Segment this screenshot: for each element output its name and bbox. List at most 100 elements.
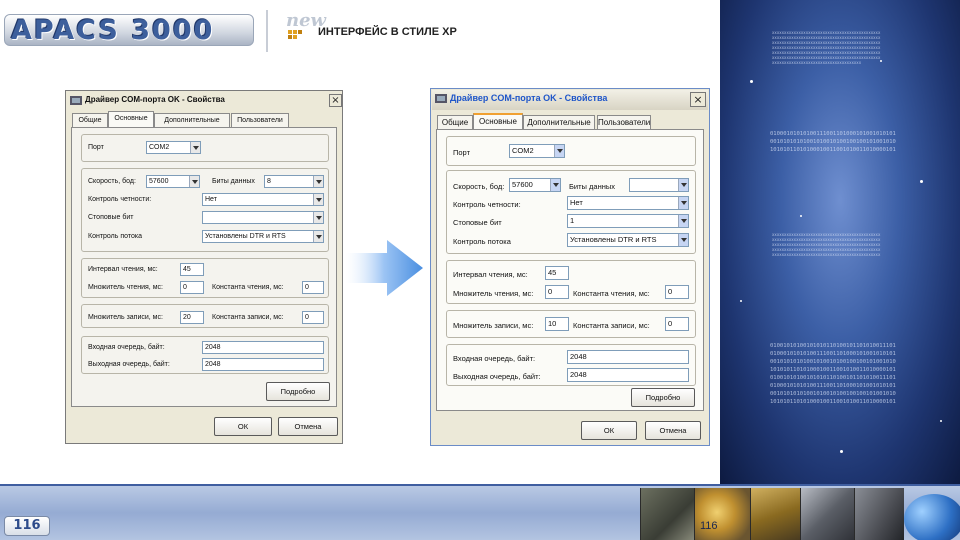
read-mult-label: Множитель чтения, мс: [88,284,163,291]
speed-value: 57600 [512,180,533,189]
out-queue-label: Выходная очередь, байт: [88,361,170,368]
tab-general[interactable]: Общие [72,113,108,127]
port-select[interactable]: COM2 [509,144,565,158]
out-queue-field[interactable]: 2048 [567,368,689,382]
speed-label: Скорость, бод: [88,178,136,185]
tab-general[interactable]: Общие [437,115,473,129]
port-icon [435,94,447,103]
advanced-button[interactable]: Подробно [631,388,695,407]
header-divider [266,10,268,52]
star [800,215,802,217]
databits-select[interactable]: 8 [264,175,324,188]
close-button[interactable]: × [329,94,342,107]
write-const-field[interactable]: 0 [302,311,324,324]
machinery-image [800,488,854,540]
page-number-badge: 116 [4,516,50,536]
new-badge: new [286,12,326,42]
out-queue-label: Выходная очередь, байт: [453,372,541,381]
out-queue-field[interactable]: 2048 [202,358,324,371]
read-timeouts-group [81,258,329,298]
tab-advanced[interactable]: Дополнительные [154,113,230,127]
parity-value: Нет [570,198,583,207]
gold-bars-image [750,488,800,540]
tab-main[interactable]: Основные [108,111,154,127]
cancel-button[interactable]: Отмена [278,417,338,436]
speed-select[interactable]: 57600 [509,178,561,192]
dialog-title: Драйвер COM-порта OK - Свойства [450,93,608,103]
chevron-down-icon[interactable] [554,145,564,157]
port-select[interactable]: COM2 [146,141,201,154]
parity-select[interactable]: Нет [202,193,324,206]
write-const-field[interactable]: 0 [665,317,689,331]
chevron-down-icon[interactable] [313,212,323,223]
dialog-titlebar[interactable]: Драйвер COM-порта OK - Свойства × [67,92,342,110]
write-const-label: Константа записи, мс: [212,314,284,321]
flow-select[interactable]: Установлены DTR и RTS [567,233,689,247]
slide-header: APACS 3000 new ИНТЕРФЕЙС В СТИЛЕ XP [0,0,720,62]
flow-label: Контроль потока [88,233,143,240]
chevron-down-icon[interactable] [678,179,688,191]
tab-page: Порт COM2 Скорость, бод: 57600 Биты данн… [71,127,337,407]
write-mult-field[interactable]: 10 [545,317,569,331]
flow-value: Установлены DTR и RTS [205,233,286,240]
parity-select[interactable]: Нет [567,196,689,210]
advanced-button[interactable]: Подробно [266,382,330,401]
ok-button[interactable]: ОК [214,417,272,436]
interval-field[interactable]: 45 [180,263,204,276]
read-const-field[interactable]: 0 [665,285,689,299]
databits-select[interactable] [629,178,689,192]
background-binary-block: 01001010100101010110100101101010011101 0… [770,343,896,405]
stopbits-value: 1 [570,216,575,225]
dialog-titlebar[interactable]: Драйвер COM-порта OK - Свойства × [432,90,708,110]
star [740,300,742,302]
stopbits-select[interactable]: 1 [567,214,689,228]
stopbits-select[interactable] [202,211,324,224]
chevron-down-icon[interactable] [313,194,323,205]
chevron-down-icon[interactable] [313,176,323,187]
chevron-down-icon[interactable] [678,197,688,209]
interval-field[interactable]: 45 [545,266,569,280]
chevron-down-icon[interactable] [550,179,560,191]
tab-main[interactable]: Основные [473,113,523,129]
background-binary-block: 01000101010100111001101000101001010101 0… [770,131,896,153]
interval-label: Интервал чтения, мс: [88,266,158,273]
in-queue-field[interactable]: 2048 [567,350,689,364]
read-const-label: Константа чтения, мс: [573,289,650,298]
flow-select[interactable]: Установлены DTR и RTS [202,230,324,243]
tab-users[interactable]: Пользователи [597,115,651,129]
chevron-down-icon[interactable] [678,215,688,227]
write-mult-field[interactable]: 20 [180,311,204,324]
flow-label: Контроль потока [453,237,511,246]
chevron-down-icon[interactable] [189,176,199,187]
in-queue-field[interactable]: 2048 [202,341,324,354]
chevron-down-icon[interactable] [190,142,200,153]
star [840,450,843,453]
in-queue-label: Входная очередь, байт: [88,344,165,351]
background-text-block: xxxxxxxxxxxxxxxxxxxxxxxxxxxxxxxxxxxxxxxx… [772,232,881,257]
read-mult-field[interactable]: 0 [180,281,204,294]
read-const-field[interactable]: 0 [302,281,324,294]
arrow-right-icon [345,240,423,296]
write-mult-label: Множитель записи, мс: [453,321,534,330]
speed-select[interactable]: 57600 [146,175,200,188]
ok-button[interactable]: ОК [581,421,637,440]
read-mult-field[interactable]: 0 [545,285,569,299]
star [940,420,942,422]
dialog-xp: Драйвер COM-порта OK - Свойства × Общие … [430,88,710,446]
close-button[interactable]: × [690,92,706,107]
chevron-down-icon[interactable] [313,231,323,242]
flow-value: Установлены DTR и RTS [570,235,657,244]
footer-strip: 116 116 [0,484,960,540]
logo-text: APACS 3000 [11,15,215,46]
port-value: COM2 [149,144,170,151]
interval-label: Интервал чтения, мс: [453,270,528,279]
chevron-down-icon[interactable] [678,234,688,246]
decorative-space-panel: xxxxxxxxxxxxxxxxxxxxxxxxxxxxxxxxxxxxxxxx… [720,0,960,484]
tab-advanced[interactable]: Дополнительные [523,115,595,129]
star [920,180,923,183]
tab-users[interactable]: Пользователи [231,113,289,127]
cancel-button[interactable]: Отмена [645,421,701,440]
equipment-image [854,488,904,540]
port-value: COM2 [512,146,534,155]
read-const-label: Константа чтения, мс: [212,284,284,291]
